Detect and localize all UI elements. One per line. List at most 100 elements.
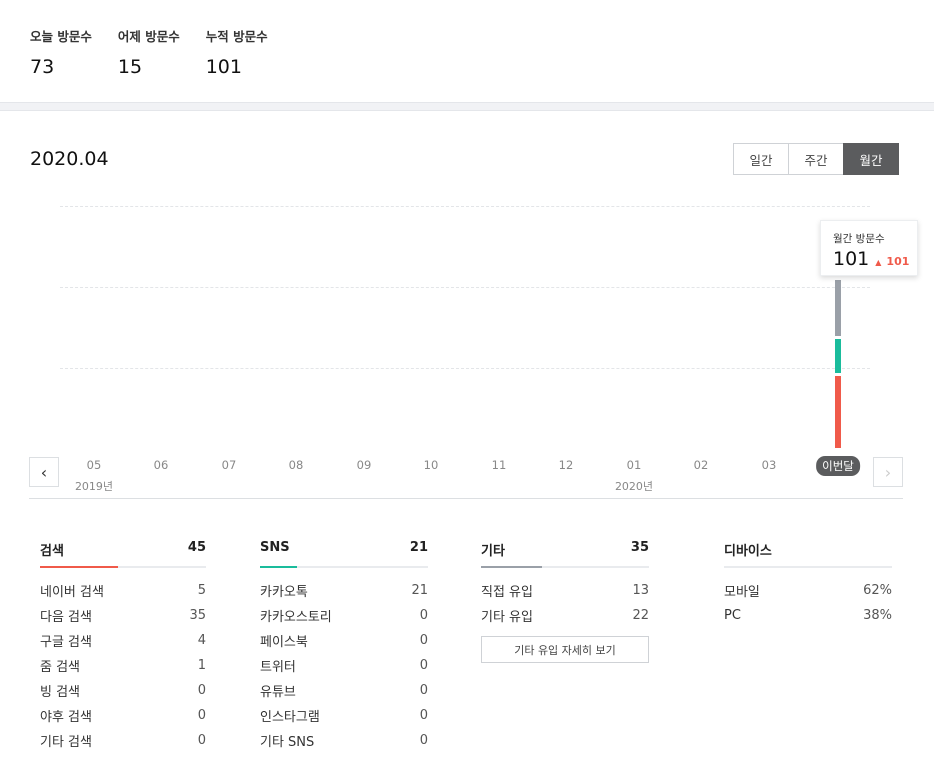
panel-row: 트위터 0 [260, 653, 428, 678]
stat-value: 101 [205, 56, 242, 78]
panel-row: 카카오톡 21 [260, 578, 428, 603]
row-value: 4 [197, 633, 206, 648]
chart-prev-button[interactable]: ‹ [29, 457, 59, 487]
row-value: 35 [189, 608, 206, 623]
chevron-right-icon: › [884, 462, 892, 482]
row-label: 구글 검색 [40, 635, 92, 650]
tooltip-delta: 101 [886, 255, 910, 268]
panel-row: 모바일 62% [724, 578, 892, 603]
panel-row: 기타 검색 0 [40, 728, 206, 753]
row-value: 0 [419, 608, 428, 623]
stat-label: 누적 방문수 [205, 29, 268, 44]
stat-yesterday: 어제 방문수 15 [118, 26, 180, 78]
tooltip-value: 101 [833, 248, 870, 270]
x-tick-label: 03 [761, 458, 777, 472]
other-inflow-detail-button[interactable]: 기타 유입 자세히 보기 [481, 636, 649, 663]
row-value: 0 [197, 733, 206, 748]
year-label: 2019년 [74, 480, 114, 493]
row-value: 0 [419, 658, 428, 673]
x-tick-label: 06 [153, 458, 169, 472]
panel-accent-underline [40, 566, 118, 568]
panel-row: 줌 검색 1 [40, 653, 206, 678]
tab-monthly[interactable]: 월간 [843, 143, 899, 175]
stat-total: 누적 방문수 101 [206, 26, 268, 78]
row-label: 인스타그램 [260, 710, 320, 725]
chevron-left-icon: ‹ [40, 462, 48, 482]
row-value: 0 [419, 733, 428, 748]
year-label: 2020년 [614, 480, 654, 493]
panel-accent-underline [260, 566, 297, 568]
panel-row: 카카오스토리 0 [260, 603, 428, 628]
x-tick-label: 09 [356, 458, 372, 472]
stat-label: 어제 방문수 [117, 29, 180, 44]
x-tick-label: 10 [423, 458, 439, 472]
panel-row: 인스타그램 0 [260, 703, 428, 728]
row-label: 다음 검색 [40, 610, 92, 625]
panel-row: 다음 검색 35 [40, 603, 206, 628]
x-tick-label: 07 [221, 458, 237, 472]
panel-header: 검색 45 [40, 540, 206, 568]
row-label: 기타 유입 [481, 610, 533, 625]
x-tick-label: 08 [288, 458, 304, 472]
row-value: 62% [863, 583, 892, 598]
tab-weekly[interactable]: 주간 [788, 143, 844, 175]
chart-tooltip: 월간 방문수 101 ▲ 101 [820, 220, 918, 276]
row-label: 직접 유입 [481, 585, 533, 600]
x-tick-label: 11 [491, 458, 507, 472]
row-label: 카카오스토리 [260, 610, 332, 625]
visit-stats: 오늘 방문수 73 어제 방문수 15 누적 방문수 101 [30, 26, 294, 78]
stat-today: 오늘 방문수 73 [30, 26, 92, 78]
row-label: 네이버 검색 [40, 585, 104, 600]
row-label: 줌 검색 [40, 660, 81, 675]
chart-next-button[interactable]: › [873, 457, 903, 487]
panel-total: 35 [630, 540, 649, 555]
row-value: 22 [632, 608, 649, 623]
row-label: 모바일 [724, 585, 760, 600]
panel-title: SNS [260, 540, 290, 555]
x-tick-label: 05 [86, 458, 102, 472]
row-label: 기타 검색 [40, 735, 92, 750]
row-label: 트위터 [260, 660, 296, 675]
panel-row: 기타 유입 22 [481, 603, 649, 628]
panel-row: 직접 유입 13 [481, 578, 649, 603]
panel-row: PC 38% [724, 603, 892, 628]
chart-bar-segment [835, 280, 841, 337]
row-value: 0 [419, 708, 428, 723]
panel-title: 기타 [481, 544, 505, 559]
chart-bar-segment [835, 376, 841, 448]
row-value: 0 [419, 683, 428, 698]
stat-value: 73 [30, 56, 55, 78]
row-value: 21 [411, 583, 428, 598]
source-panel: 기타 35 직접 유입 13 기타 유입 22 기타 유입 자세히 보기 [481, 540, 649, 663]
row-label: 페이스북 [260, 635, 308, 650]
chart-baseline [29, 498, 903, 499]
row-value: 5 [197, 583, 206, 598]
source-panel: 검색 45 네이버 검색 5 다음 검색 35 구글 검색 4 줌 검색 1 빙 검색 0 야후 검색 0… [40, 540, 206, 753]
stat-label: 오늘 방문수 [30, 29, 92, 44]
tab-daily[interactable]: 일간 [733, 143, 789, 175]
panel-header: SNS 21 [260, 540, 428, 568]
panel-title: 검색 [40, 544, 64, 559]
panel-total: 45 [187, 540, 206, 555]
row-value: 38% [863, 608, 892, 623]
chart-bar-segment [835, 339, 841, 373]
row-label: 기타 SNS [260, 735, 315, 750]
source-panel: 디바이스모바일 62% PC 38% [724, 540, 892, 628]
row-value: 1 [197, 658, 206, 673]
row-label: 야후 검색 [40, 710, 92, 725]
panel-row: 구글 검색 4 [40, 628, 206, 653]
panel-title: 디바이스 [724, 544, 772, 559]
x-tick-label: 01 [626, 458, 642, 472]
period-title: 2020.04 [30, 148, 109, 170]
panel-row: 페이스북 0 [260, 628, 428, 653]
x-tick-label: 02 [693, 458, 709, 472]
panel-header: 디바이스 [724, 540, 892, 568]
panel-total: 21 [409, 540, 428, 555]
row-label: 카카오톡 [260, 585, 308, 600]
panel-header: 기타 35 [481, 540, 649, 568]
panel-row: 빙 검색 0 [40, 678, 206, 703]
stat-value: 15 [117, 56, 143, 78]
source-panel: SNS 21 카카오톡 21 카카오스토리 0 페이스북 0 트위터 0 유튜브 0 인스타그램 0 기타 … [260, 540, 428, 753]
row-label: 유튜브 [260, 685, 296, 700]
period-tabs: 일간 주간 월간 [733, 143, 899, 175]
